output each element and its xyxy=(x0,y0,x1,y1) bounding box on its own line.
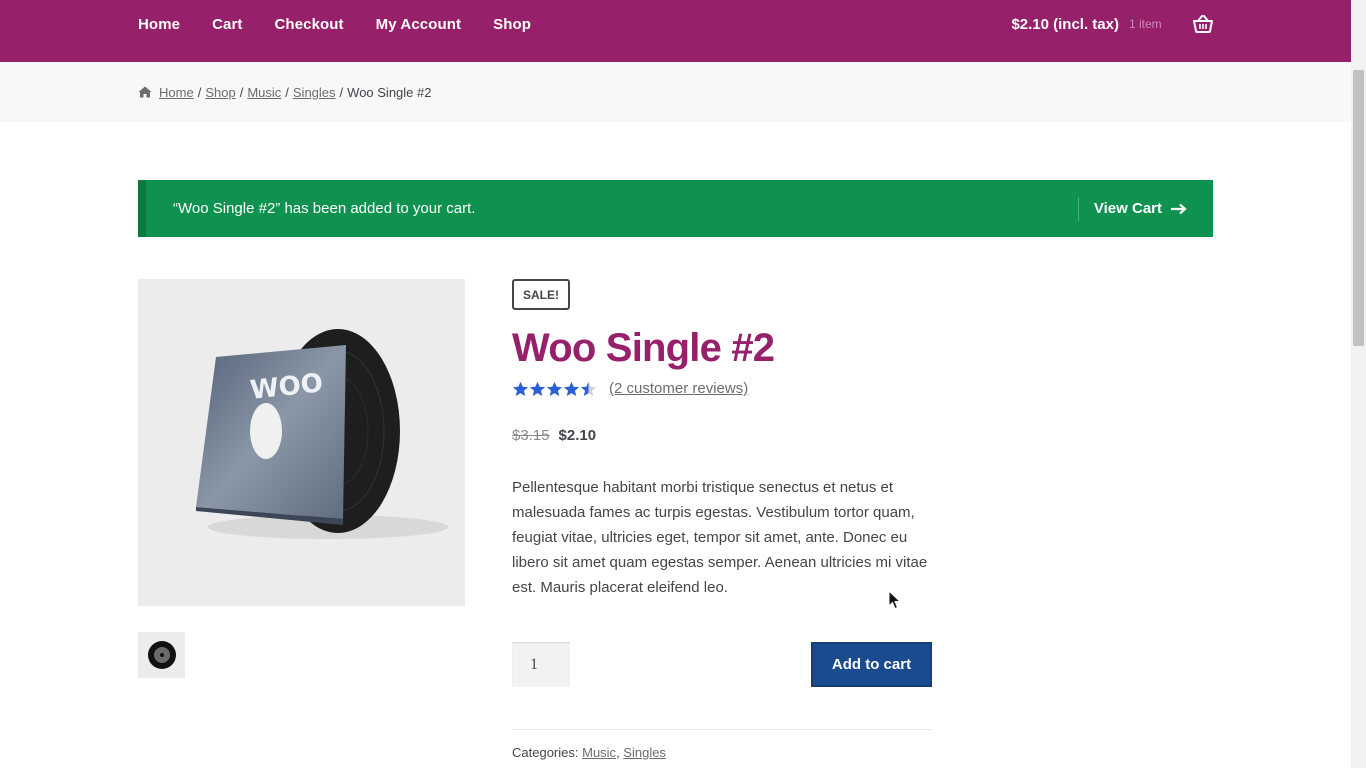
breadcrumb-bar: Home / Shop / Music / Singles / Woo Sing… xyxy=(0,62,1351,122)
header-cart: $2.10 (incl. tax) 1 item xyxy=(1011,0,1213,48)
breadcrumb-home[interactable]: Home xyxy=(159,85,194,100)
cart-notice: “Woo Single #2” has been added to your c… xyxy=(138,180,1213,237)
breadcrumb-music[interactable]: Music xyxy=(247,85,281,100)
customer-reviews-link[interactable]: (2 customer reviews) xyxy=(609,380,748,397)
product-rating: (2 customer reviews) xyxy=(512,380,748,397)
star-icon xyxy=(580,381,597,396)
category-link-singles[interactable]: Singles xyxy=(623,745,666,760)
product-categories: Categories: Music, Singles xyxy=(512,745,666,760)
page-scrollbar[interactable] xyxy=(1351,0,1366,768)
sale-badge: SALE! xyxy=(512,279,570,310)
category-link-music[interactable]: Music xyxy=(582,745,616,760)
product-price: $3.15 $2.10 xyxy=(512,427,596,444)
product-title: Woo Single #2 xyxy=(512,326,775,370)
star-rating xyxy=(512,381,597,397)
add-to-cart-button[interactable]: Add to cart xyxy=(811,642,932,687)
primary-nav: Home Cart Checkout My Account Shop xyxy=(138,0,563,48)
nav-my-account[interactable]: My Account xyxy=(376,16,461,33)
mouse-pointer-icon xyxy=(888,589,902,615)
product-description: Pellentesque habitant morbi tristique se… xyxy=(512,479,928,596)
star-icon xyxy=(546,381,563,396)
nav-home[interactable]: Home xyxy=(138,16,180,33)
breadcrumb-separator: / xyxy=(339,84,344,100)
star-icon xyxy=(529,381,546,396)
breadcrumb-separator: / xyxy=(197,84,202,100)
breadcrumb-separator: / xyxy=(239,84,244,100)
categories-label: Categories: xyxy=(512,745,579,760)
product-thumbnail[interactable] xyxy=(138,632,185,678)
breadcrumb-separator: / xyxy=(285,84,289,100)
nav-checkout[interactable]: Checkout xyxy=(275,16,344,33)
site-header: Home Cart Checkout My Account Shop $2.10… xyxy=(0,0,1351,62)
nav-cart[interactable]: Cart xyxy=(212,16,242,33)
breadcrumb-shop[interactable]: Shop xyxy=(205,85,235,100)
shopping-basket-icon[interactable] xyxy=(1193,15,1213,33)
arrow-right-icon xyxy=(1171,203,1187,215)
home-icon xyxy=(138,86,152,98)
scrollbar-thumb[interactable] xyxy=(1353,70,1364,346)
notice-divider xyxy=(1077,196,1079,221)
header-cart-total[interactable]: $2.10 (incl. tax) xyxy=(1011,16,1119,33)
product-image[interactable]: WOO xyxy=(138,279,465,606)
breadcrumb: Home / Shop / Music / Singles / Woo Sing… xyxy=(138,62,431,122)
quantity-input[interactable] xyxy=(512,642,570,687)
cart-notice-message: “Woo Single #2” has been added to your c… xyxy=(173,200,476,217)
price-original: $3.15 xyxy=(512,427,550,444)
star-icon xyxy=(512,381,529,396)
price-sale: $2.10 xyxy=(558,427,597,444)
view-cart-label: View Cart xyxy=(1093,200,1162,217)
breadcrumb-current: Woo Single #2 xyxy=(347,84,432,100)
header-cart-count[interactable]: 1 item xyxy=(1129,17,1189,31)
star-icon xyxy=(563,381,580,396)
nav-shop[interactable]: Shop xyxy=(493,16,531,33)
breadcrumb-singles[interactable]: Singles xyxy=(293,85,336,100)
view-cart-button[interactable]: View Cart xyxy=(1094,200,1187,217)
divider xyxy=(512,729,932,730)
